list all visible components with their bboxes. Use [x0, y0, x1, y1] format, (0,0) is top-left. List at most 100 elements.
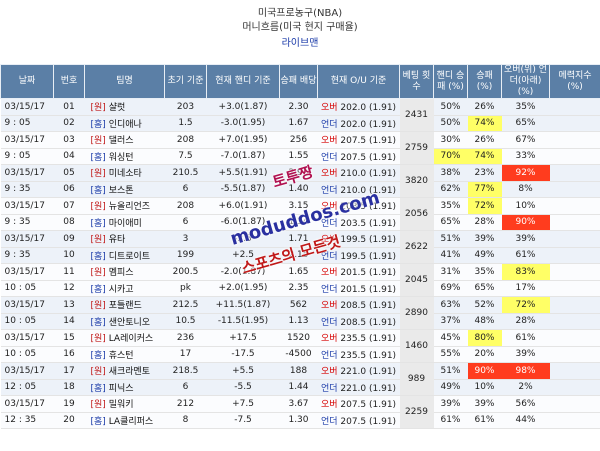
cell-pct-ouv: 61% [501, 329, 550, 347]
team-name[interactable]: 샬럿 [109, 103, 126, 113]
team-name[interactable]: LA레이커스 [109, 334, 154, 344]
cell-pct-ouv: 44% [501, 412, 550, 429]
table-row[interactable]: 03/15/17 13 [원] 포틀랜드 212.5 +11.5(1.87) 562 오버 … [0, 296, 600, 330]
cell-number: 11 [53, 263, 85, 281]
cell-pct-wl: 20% [467, 346, 502, 363]
team-name[interactable]: 뉴올리언즈 [109, 202, 150, 212]
table-row[interactable]: 03/15/17 09 [원] 유타 3 -2.5 1.71 오버 199.5 (1.91)… [0, 230, 600, 264]
cell-number: 16 [53, 346, 85, 363]
cell-team: [홈] 샌안토니오 [84, 313, 165, 330]
cell-number: 05 [53, 164, 85, 182]
cell-handicap: -7.5 [206, 412, 280, 429]
cell-pct-mg [549, 296, 600, 314]
table-row[interactable]: 10 : 05 14 [홈] 샌안토니오 10.5 -11.5(1.95) 1.13 언더 … [0, 313, 600, 330]
cell-pct-hp: 65% [433, 214, 468, 231]
cell-team: [원] 샬럿 [84, 98, 165, 116]
cell-over-under: 오버 203.5 (1.91) [317, 197, 400, 215]
cell-initial: 210.5 [164, 164, 207, 182]
cell-pct-hp: 39% [433, 395, 468, 413]
team-name[interactable]: 샌안토니오 [109, 318, 150, 328]
ou-type-label: 오버 [320, 103, 338, 114]
table-row[interactable]: 9 : 35 10 [홈] 디트로이트 199 +2.5 2.15 언더 199.5 (1.… [0, 247, 600, 264]
table-row[interactable]: 03/15/17 01 [원] 샬럿 203 +3.0(1.87) 2.30 오버 202.… [0, 98, 600, 132]
ou-type-label: 언더 [320, 251, 338, 262]
team-side-tag: [원] [90, 202, 106, 213]
cell-team: [원] 뉴올리언즈 [84, 197, 165, 215]
table-row[interactable]: 10 : 05 16 [홈] 휴스턴 17 -17.5 -4500 언더 235.5 (1.… [0, 346, 600, 363]
team-name[interactable]: 보스톤 [109, 186, 134, 196]
ou-value: 203.5 (1.91) [340, 218, 397, 229]
table-row[interactable]: 03/15/17 05 [원] 미네소타 210.5 +5.5(1.91) 2.95 오버 … [0, 164, 600, 198]
table-row[interactable]: 12 : 35 20 [홈] LA클리퍼스 8 -7.5 1.30 언더 207.5 (1.… [0, 412, 600, 429]
ou-type-label: 오버 [320, 268, 338, 279]
team-name[interactable]: 시카고 [109, 285, 134, 295]
cell-odds: 1.71 [279, 230, 318, 248]
team-name[interactable]: 휴스턴 [109, 351, 134, 361]
cell-odds: 2.30 [279, 98, 318, 116]
table-row[interactable]: 03/15/17 19 [원] 밀워키 212 +7.5 3.67 오버 207.5 (1.… [0, 395, 600, 429]
cell-pct-ouv: 61% [501, 247, 550, 264]
table-row[interactable]: 9 : 05 02 [홈] 인디애나 1.5 -3.0(1.95) 1.67 언더 202.… [0, 115, 600, 132]
cell-pct-wl: 23% [467, 164, 502, 182]
table-row[interactable]: 10 : 05 12 [홈] 시카고 pk +2.0(1.95) 2.35 언더 201.5… [0, 280, 600, 297]
cell-team: [원] LA레이커스 [84, 329, 165, 347]
team-name[interactable]: 피닉스 [109, 384, 134, 394]
cell-bet-count: 2759 [399, 131, 434, 165]
table-row[interactable]: 9 : 05 04 [홈] 워싱턴 7.5 -7.0(1.87) 1.55 언더 207.5… [0, 148, 600, 165]
cell-initial: 208 [164, 197, 207, 215]
cell-date: 03/15/17 [0, 362, 54, 380]
table-row[interactable]: 9 : 35 08 [홈] 마이애미 6 -6.0(1.87) 1.34 언더 203.5 … [0, 214, 600, 231]
column-header-total: 베팅 횟수 [399, 64, 434, 99]
cell-number: 17 [53, 362, 85, 380]
cell-bet-count: 2056 [399, 197, 434, 231]
team-name[interactable]: 새크라멘토 [109, 367, 150, 377]
ou-type-label: 오버 [320, 334, 338, 345]
cell-bet-count: 1460 [399, 329, 434, 363]
team-name[interactable]: 인디애나 [109, 120, 142, 130]
table-row[interactable]: 03/15/17 17 [원] 새크라멘토 218.5 +5.5 188 오버 221.0 … [0, 362, 600, 396]
ou-value: 208.5 (1.91) [340, 301, 397, 312]
table-row[interactable]: 03/15/17 15 [원] LA레이커스 236 +17.5 1520 오버 235.5… [0, 329, 600, 363]
cell-pct-wl: 28% [467, 214, 502, 231]
cell-handicap: -3.0(1.95) [206, 115, 280, 132]
team-name[interactable]: 포틀랜드 [109, 301, 142, 311]
team-name[interactable]: 댈러스 [109, 136, 134, 146]
table-row[interactable]: 03/15/17 11 [원] 멤피스 200.5 -2.0(1.87) 1.65 오버 2… [0, 263, 600, 297]
cell-pct-ouv: 39% [501, 230, 550, 248]
liveman-link[interactable]: 라이브맨 [0, 34, 600, 49]
cell-odds: 2.15 [279, 247, 318, 264]
table-row[interactable]: 03/15/17 07 [원] 뉴올리언즈 208 +6.0(1.91) 3.15 오버 2… [0, 197, 600, 231]
cell-handicap: -2.0(1.87) [206, 263, 280, 281]
cell-pct-hp: 45% [433, 329, 468, 347]
ou-type-label: 언더 [320, 317, 338, 328]
cell-number: 04 [53, 148, 85, 165]
team-name[interactable]: 유타 [109, 235, 126, 245]
cell-number: 01 [53, 98, 85, 116]
cell-pct-mg [549, 379, 600, 396]
ou-value: 207.5 (1.91) [340, 152, 397, 163]
table-row[interactable]: 9 : 35 06 [홈] 보스톤 6 -5.5(1.87) 1.40 언더 210.0 (… [0, 181, 600, 198]
cell-odds: 256 [279, 131, 318, 149]
ou-value: 210.0 (1.91) [340, 185, 397, 196]
team-name[interactable]: 워싱턴 [109, 153, 134, 163]
team-side-tag: [홈] [90, 185, 106, 196]
cell-pct-hp: 30% [433, 131, 468, 149]
ou-value: 210.0 (1.91) [340, 169, 397, 180]
team-side-tag: [원] [90, 235, 106, 246]
cell-team: [원] 포틀랜드 [84, 296, 165, 314]
cell-pct-hp: 70% [433, 148, 468, 165]
cell-odds: 3.67 [279, 395, 318, 413]
cell-pct-wl: 49% [467, 247, 502, 264]
team-side-tag: [홈] [90, 119, 106, 130]
team-name[interactable]: 마이애미 [109, 219, 142, 229]
team-name[interactable]: LA클리퍼스 [109, 417, 154, 427]
team-name[interactable]: 밀워키 [109, 400, 134, 410]
team-name[interactable]: 멤피스 [109, 268, 134, 278]
cell-odds: 1.13 [279, 313, 318, 330]
team-name[interactable]: 디트로이트 [109, 252, 150, 262]
team-name[interactable]: 미네소타 [109, 169, 142, 179]
column-header-hp: 핸디 승패 (%) [433, 64, 468, 99]
table-row[interactable]: 12 : 05 18 [홈] 피닉스 6 -5.5 1.44 언더 221.0 (1.91)… [0, 379, 600, 396]
team-side-tag: [홈] [90, 152, 106, 163]
table-row[interactable]: 03/15/17 03 [원] 댈러스 208 +7.0(1.95) 256 오버 207.… [0, 131, 600, 165]
